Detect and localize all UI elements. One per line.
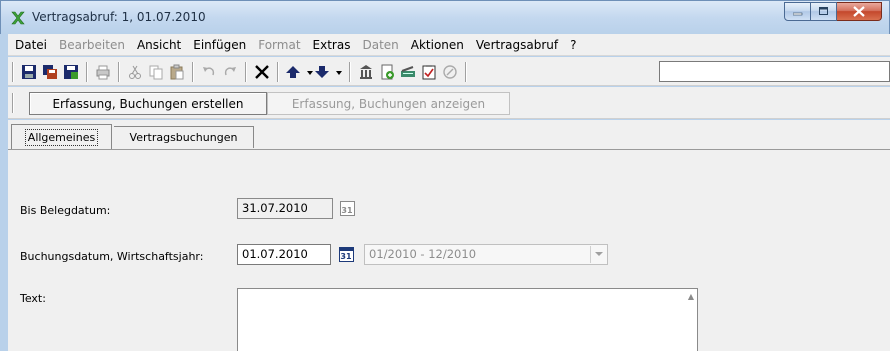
archive-icon[interactable]: [357, 63, 375, 81]
save-copy-icon[interactable]: [41, 63, 59, 81]
arrow-down-icon[interactable]: [313, 63, 331, 81]
save-close-icon[interactable]: [62, 63, 80, 81]
minimize-button[interactable]: [784, 2, 811, 21]
command-bar: Erfassung, Buchungen erstellen Erfassung…: [8, 87, 890, 119]
bis-belegdatum-field[interactable]: 31.07.2010: [237, 198, 333, 219]
tab-allgemeines[interactable]: Allgemeines: [11, 124, 112, 149]
arrow-up-icon[interactable]: [284, 63, 302, 81]
create-bookings-button[interactable]: Erfassung, Buchungen erstellen: [29, 92, 267, 115]
checklist-icon[interactable]: [420, 63, 438, 81]
settings-icon[interactable]: [441, 63, 459, 81]
cut-icon[interactable]: [126, 63, 144, 81]
menu-aktionen[interactable]: Aktionen: [406, 38, 471, 52]
paste-icon[interactable]: [168, 63, 186, 81]
save-icon[interactable]: [20, 63, 38, 81]
buchungsdatum-field[interactable]: 01.07.2010: [237, 244, 331, 265]
toolbar-grip[interactable]: [12, 62, 14, 82]
menu-help[interactable]: ?: [565, 38, 583, 52]
text-label: Text:: [20, 292, 46, 305]
toolbar-input[interactable]: [659, 61, 890, 82]
toolbar-separator: [118, 62, 120, 82]
bis-belegdatum-calendar-button[interactable]: 31: [337, 198, 357, 219]
show-bookings-button[interactable]: Erfassung, Buchungen anzeigen: [267, 92, 510, 115]
buchungsdatum-calendar-button[interactable]: 31: [336, 244, 356, 265]
toolbar-separator: [465, 62, 467, 82]
chevron-down-icon[interactable]: [330, 63, 348, 81]
menu-extras[interactable]: Extras: [308, 38, 358, 52]
title-bar: Vertragsabruf: 1, 01.07.2010: [0, 0, 890, 34]
menu-format[interactable]: Format: [253, 38, 307, 52]
copy-icon[interactable]: [147, 63, 165, 81]
minimize-icon: [792, 12, 802, 15]
menu-bearbeiten[interactable]: Bearbeiten: [54, 38, 132, 52]
tab-vertragsbuchungen[interactable]: Vertragsbuchungen: [114, 126, 254, 148]
menu-ansicht[interactable]: Ansicht: [132, 38, 188, 52]
toolbar-separator: [277, 62, 279, 82]
text-area[interactable]: ▲: [237, 288, 698, 351]
menu-daten[interactable]: Daten: [357, 38, 405, 52]
toolbar: [8, 57, 890, 86]
tab-divider: [8, 149, 890, 150]
delete-icon[interactable]: [253, 63, 271, 81]
window-controls: [784, 2, 882, 21]
menu-vertragsabruf[interactable]: Vertragsabruf: [471, 38, 565, 52]
close-icon: [853, 6, 865, 17]
new-doc-icon[interactable]: [378, 63, 396, 81]
menu-einfuegen[interactable]: Einfügen: [188, 38, 253, 52]
toolbar-separator: [192, 62, 194, 82]
menu-bar: Datei Bearbeiten Ansicht Einfügen Format…: [8, 34, 890, 56]
toolbar-separator: [245, 62, 247, 82]
undo-icon[interactable]: [200, 63, 218, 81]
scroll-up-icon[interactable]: ▲: [688, 292, 694, 301]
app-x-icon: [10, 10, 26, 26]
buchungsdatum-label: Buchungsdatum, Wirtschaftsjahr:: [20, 250, 204, 263]
tab-label: Allgemeines: [24, 128, 99, 146]
wirtschaftsjahr-select[interactable]: 01/2010 - 12/2010: [364, 244, 608, 265]
menu-datei[interactable]: Datei: [10, 38, 54, 52]
toolbar-separator: [349, 62, 351, 82]
bis-belegdatum-label: Bis Belegdatum:: [20, 204, 111, 217]
toolbar-separator: [86, 62, 88, 82]
close-button[interactable]: [837, 2, 882, 21]
maximize-icon: [818, 7, 828, 15]
print-icon[interactable]: [94, 63, 112, 81]
redo-icon[interactable]: [221, 63, 239, 81]
calendar-icon: 31: [338, 247, 354, 262]
window-title: Vertragsabruf: 1, 01.07.2010: [32, 10, 206, 24]
scanner-icon[interactable]: [399, 63, 417, 81]
main-content: Allgemeines Vertragsbuchungen Bis Belegd…: [8, 120, 890, 351]
wirtschaftsjahr-value: 01/2010 - 12/2010: [369, 247, 477, 261]
calendar-icon: 31: [339, 201, 355, 216]
command-bar-grip[interactable]: [12, 93, 14, 113]
chevron-down-icon[interactable]: [590, 246, 606, 263]
maximize-button[interactable]: [811, 2, 837, 21]
